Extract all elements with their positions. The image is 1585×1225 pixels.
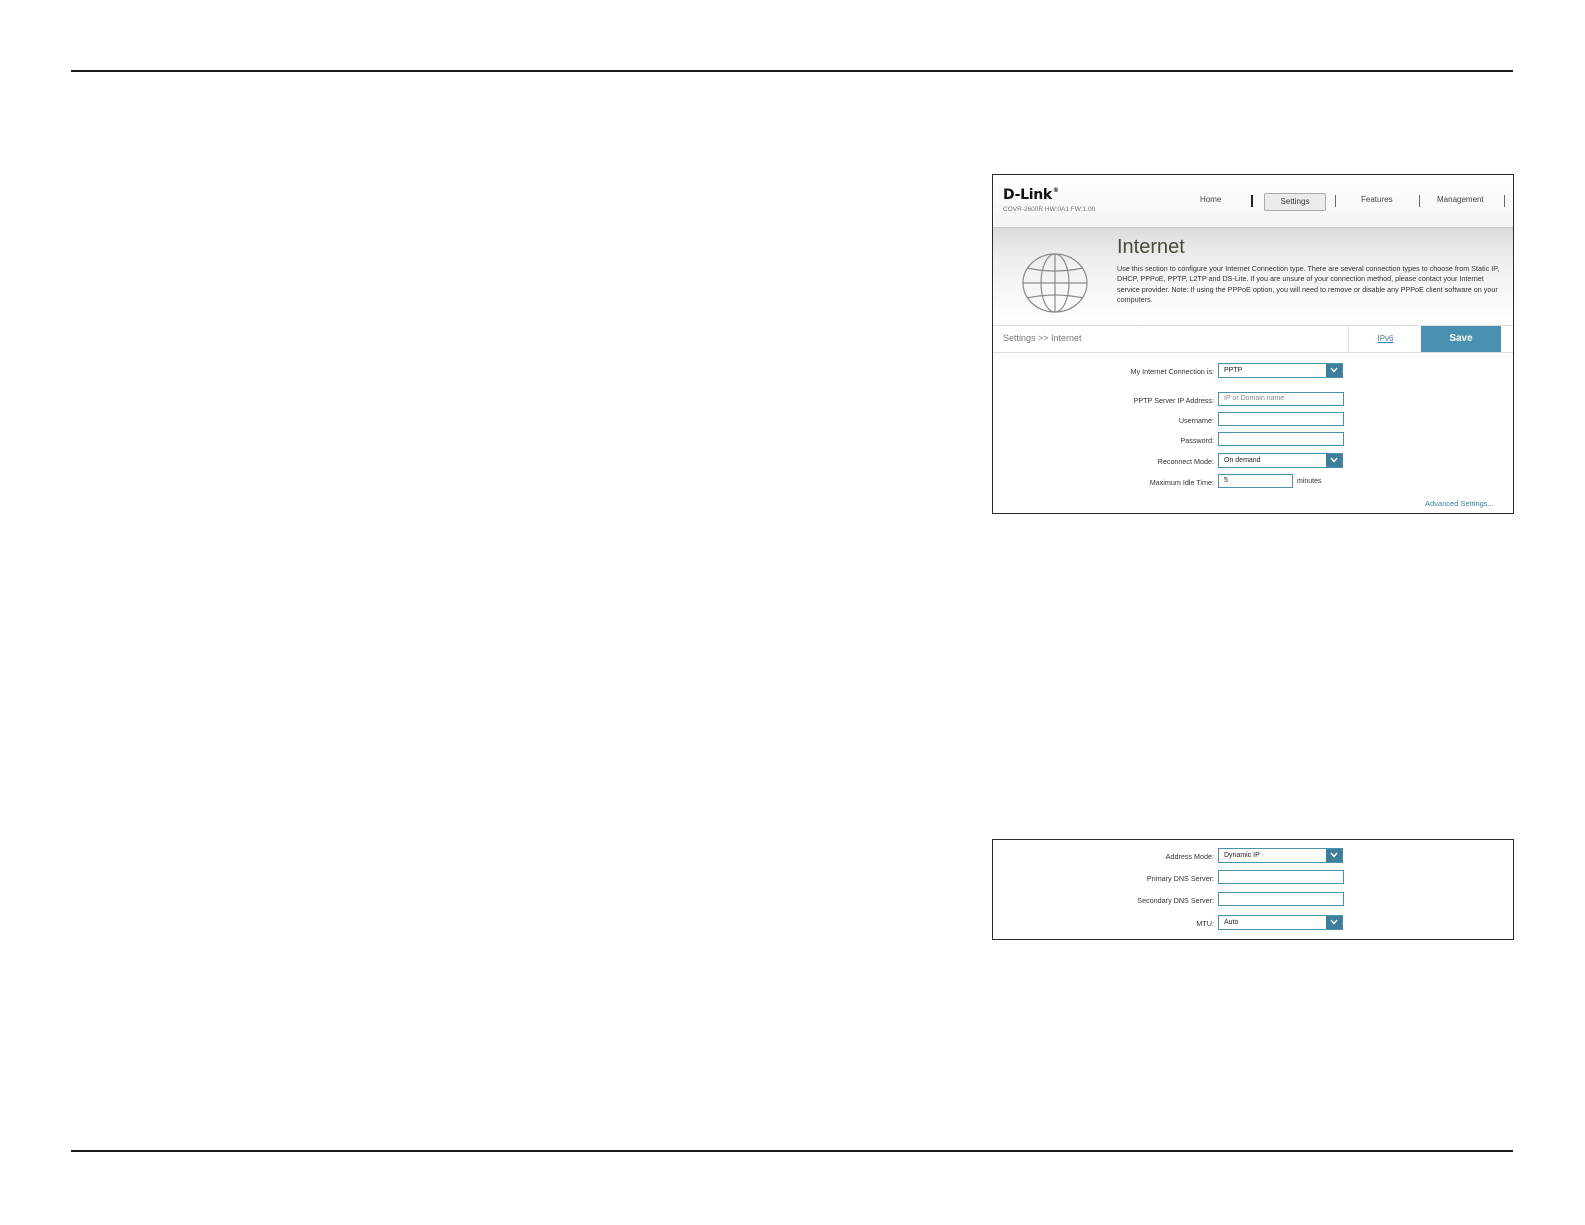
mtu-value: Auto [1224,919,1239,926]
password-input[interactable] [1218,432,1344,446]
model-info: COVR-2600R HW:0A1 FW:1.00 [1003,206,1096,213]
secondary-dns-input[interactable] [1218,892,1344,906]
save-button[interactable]: Save [1421,326,1501,352]
reconnect-mode-value: On demand [1224,457,1261,464]
reconnect-mode-label: Reconnect Mode: [1157,457,1214,466]
connection-type-label: My Internet Connection is: [1130,367,1215,376]
bottom-rule [71,1150,1513,1152]
nav-settings[interactable]: Settings [1264,193,1326,211]
idle-time-label: Maximum Idle Time: [1149,478,1214,487]
idle-time-input[interactable]: 5 [1218,474,1293,488]
chevron-down-icon [1326,454,1342,467]
nav-separator [1419,195,1420,207]
username-label: Username: [1178,416,1214,425]
address-mode-label: Address Mode: [1165,852,1214,861]
router-header: D-Link® COVR-2600R HW:0A1 FW:1.00 Home S… [993,175,1513,227]
page-title: Internet [1117,236,1185,258]
nav-separator [1251,195,1253,207]
mtu-label: MTU: [1196,919,1214,928]
primary-dns-input[interactable] [1218,870,1344,884]
breadcrumb: Settings >> Internet [1003,333,1082,343]
nav-features[interactable]: Features [1361,195,1393,204]
logo-registered-mark: ® [1052,187,1059,194]
breadcrumb-bar: Settings >> Internet IPv6 Save [993,325,1513,353]
nav-home[interactable]: Home [1200,195,1221,204]
primary-dns-label: Primary DNS Server: [1146,874,1214,883]
pptp-server-label: PPTP Server IP Address: [1133,396,1214,405]
pptp-server-input[interactable]: IP or Domain name [1218,392,1344,406]
nav-management[interactable]: Management [1437,195,1484,204]
internet-settings-screenshot: D-Link® COVR-2600R HW:0A1 FW:1.00 Home S… [992,174,1514,514]
connection-type-select[interactable]: PPTP [1218,363,1343,378]
connection-type-value: PPTP [1224,367,1243,374]
nav-separator [1335,195,1336,207]
mtu-select[interactable]: Auto [1218,915,1343,930]
address-mode-value: Dynamic IP [1224,852,1260,859]
top-rule [71,70,1513,72]
password-label: Password: [1180,436,1214,445]
page-description: Use this section to configure your Inter… [1117,264,1500,305]
reconnect-mode-select[interactable]: On demand [1218,453,1343,468]
chevron-down-icon [1326,849,1342,862]
advanced-settings-screenshot: Address Mode: Dynamic IP Primary DNS Ser… [992,839,1514,940]
username-input[interactable] [1218,412,1344,426]
advanced-settings-link[interactable]: Advanced Settings... [1425,499,1494,508]
ipv6-link[interactable]: IPv6 [1348,326,1422,352]
dlink-logo: D-Link® [1003,187,1059,203]
idle-time-unit: minutes [1297,478,1322,485]
internet-banner: Internet Use this section to configure y… [993,227,1513,326]
globe-icon [1022,253,1088,313]
secondary-dns-label: Secondary DNS Server: [1137,896,1214,905]
chevron-down-icon [1326,364,1342,377]
nav-separator [1504,195,1505,207]
address-mode-select[interactable]: Dynamic IP [1218,848,1343,863]
chevron-down-icon [1326,916,1342,929]
